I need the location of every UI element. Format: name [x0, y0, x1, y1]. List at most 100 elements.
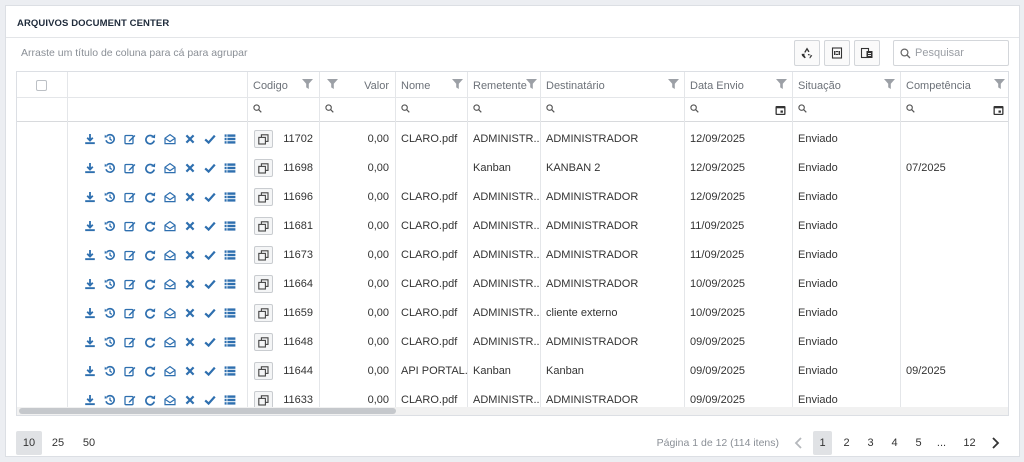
check-icon[interactable]	[200, 307, 220, 319]
refresh-icon[interactable]	[140, 133, 160, 145]
page-size-option[interactable]: 10	[16, 431, 42, 455]
refresh-icon[interactable]	[140, 394, 160, 406]
list-icon[interactable]	[220, 220, 240, 232]
export-excel-button[interactable]	[824, 40, 850, 66]
destinatario-column-header[interactable]: Destinatário	[541, 72, 684, 98]
history-icon[interactable]	[100, 394, 120, 406]
list-icon[interactable]	[220, 249, 240, 261]
codigo-column-header[interactable]: Codigo	[248, 72, 319, 98]
edit-icon[interactable]	[120, 191, 140, 203]
envelope-open-icon[interactable]	[160, 278, 180, 290]
refresh-icon[interactable]	[140, 307, 160, 319]
envelope-open-icon[interactable]	[160, 249, 180, 261]
codigo-filter-cell[interactable]	[248, 98, 319, 122]
close-icon[interactable]	[180, 133, 200, 145]
download-icon[interactable]	[80, 191, 100, 203]
group-panel-hint[interactable]: Arraste um título de coluna para cá para…	[21, 47, 247, 59]
history-icon[interactable]	[100, 336, 120, 348]
recycle-button[interactable]	[794, 40, 820, 66]
edit-icon[interactable]	[120, 365, 140, 377]
filter-icon[interactable]	[994, 79, 1005, 89]
close-icon[interactable]	[180, 278, 200, 290]
history-icon[interactable]	[100, 220, 120, 232]
refresh-icon[interactable]	[140, 249, 160, 261]
valor-filter-cell[interactable]	[320, 98, 395, 122]
list-icon[interactable]	[220, 365, 240, 377]
download-icon[interactable]	[80, 365, 100, 377]
check-icon[interactable]	[200, 162, 220, 174]
close-icon[interactable]	[180, 162, 200, 174]
valor-column-header[interactable]: Valor	[320, 72, 395, 98]
download-icon[interactable]	[80, 249, 100, 261]
horizontal-scrollbar-thumb[interactable]	[19, 408, 396, 414]
competencia-column-header[interactable]: Competência	[901, 72, 1008, 98]
page-size-option[interactable]: 50	[76, 431, 102, 455]
filter-icon[interactable]	[668, 79, 679, 89]
page-button[interactable]: 2	[837, 431, 856, 455]
next-page-button[interactable]	[986, 431, 1005, 455]
data-envio-column-header[interactable]: Data Envio	[685, 72, 792, 98]
close-icon[interactable]	[180, 220, 200, 232]
calendar-icon[interactable]	[775, 105, 786, 115]
close-icon[interactable]	[180, 307, 200, 319]
check-icon[interactable]	[200, 249, 220, 261]
filter-icon[interactable]	[884, 79, 895, 89]
envelope-open-icon[interactable]	[160, 336, 180, 348]
close-icon[interactable]	[180, 394, 200, 406]
list-icon[interactable]	[220, 336, 240, 348]
download-icon[interactable]	[80, 394, 100, 406]
edit-icon[interactable]	[120, 220, 140, 232]
check-icon[interactable]	[200, 133, 220, 145]
check-icon[interactable]	[200, 278, 220, 290]
envelope-open-icon[interactable]	[160, 133, 180, 145]
horizontal-scrollbar[interactable]	[17, 407, 1008, 415]
nome-column-header[interactable]: Nome	[396, 72, 467, 98]
situacao-filter-cell[interactable]	[793, 98, 900, 122]
prev-page-button[interactable]	[789, 431, 808, 455]
history-icon[interactable]	[100, 133, 120, 145]
envelope-open-icon[interactable]	[160, 191, 180, 203]
list-icon[interactable]	[220, 162, 240, 174]
refresh-icon[interactable]	[140, 162, 160, 174]
grid-search[interactable]	[893, 40, 1009, 66]
history-icon[interactable]	[100, 307, 120, 319]
envelope-open-icon[interactable]	[160, 365, 180, 377]
page-button[interactable]: 3	[861, 431, 880, 455]
list-icon[interactable]	[220, 307, 240, 319]
page-size-option[interactable]: 25	[45, 431, 71, 455]
refresh-icon[interactable]	[140, 365, 160, 377]
history-icon[interactable]	[100, 249, 120, 261]
list-icon[interactable]	[220, 191, 240, 203]
close-icon[interactable]	[180, 249, 200, 261]
envelope-open-icon[interactable]	[160, 394, 180, 406]
check-icon[interactable]	[200, 365, 220, 377]
filter-icon[interactable]	[526, 79, 537, 89]
history-icon[interactable]	[100, 278, 120, 290]
calendar-icon[interactable]	[993, 105, 1004, 115]
page-button[interactable]: 1	[813, 431, 832, 455]
download-icon[interactable]	[80, 278, 100, 290]
history-icon[interactable]	[100, 162, 120, 174]
edit-icon[interactable]	[120, 162, 140, 174]
download-icon[interactable]	[80, 307, 100, 319]
close-icon[interactable]	[180, 365, 200, 377]
check-icon[interactable]	[200, 191, 220, 203]
page-button[interactable]: 5	[909, 431, 928, 455]
envelope-open-icon[interactable]	[160, 162, 180, 174]
remetente-column-header[interactable]: Remetente	[468, 72, 540, 98]
edit-icon[interactable]	[120, 133, 140, 145]
data-envio-filter-cell[interactable]	[685, 98, 792, 122]
refresh-icon[interactable]	[140, 220, 160, 232]
filter-icon[interactable]	[327, 79, 338, 89]
edit-icon[interactable]	[120, 278, 140, 290]
download-icon[interactable]	[80, 220, 100, 232]
edit-icon[interactable]	[120, 336, 140, 348]
refresh-icon[interactable]	[140, 278, 160, 290]
refresh-icon[interactable]	[140, 191, 160, 203]
edit-icon[interactable]	[120, 394, 140, 406]
download-icon[interactable]	[80, 133, 100, 145]
check-icon[interactable]	[200, 336, 220, 348]
filter-icon[interactable]	[452, 79, 463, 89]
list-icon[interactable]	[220, 394, 240, 406]
competencia-filter-cell[interactable]	[901, 98, 1008, 122]
